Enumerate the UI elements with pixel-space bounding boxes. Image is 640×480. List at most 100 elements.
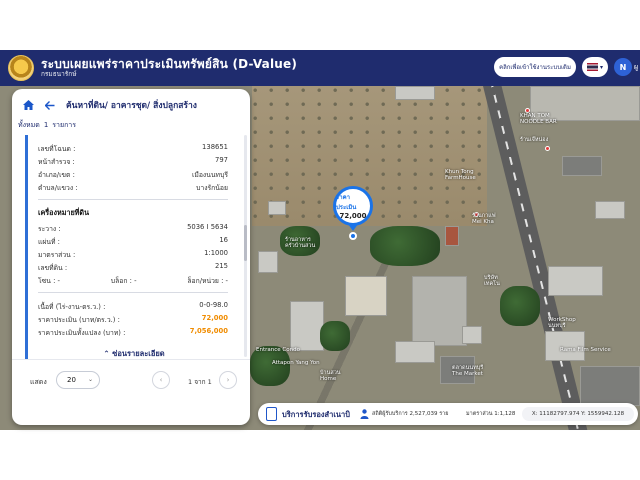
back-arrow-icon[interactable] xyxy=(42,97,58,113)
sheet-number-row: แผ่นที่ : 16 xyxy=(38,236,228,247)
marker-label: ราคาประเมิน xyxy=(336,194,357,211)
poi-label[interactable]: Attapon Yang Yon xyxy=(272,360,320,367)
user-name[interactable]: ผู xyxy=(634,62,638,73)
legacy-system-button[interactable]: คลิกเพื่อเข้าใช้งานระบบเดิม xyxy=(494,57,576,77)
row-label: ระวาง : xyxy=(38,225,61,233)
row-value: 797 xyxy=(215,156,228,164)
chevron-up-icon: ⌃ xyxy=(103,349,110,358)
prev-page-button[interactable]: ‹ xyxy=(152,371,170,389)
row-value: 1:1000 xyxy=(204,249,228,257)
app-header: ระบบเผยแพร่ราคาประเมินทรัพย์สิน (D-Value… xyxy=(0,50,640,86)
chevron-down-icon: ▾ xyxy=(599,63,603,71)
treasury-logo xyxy=(8,55,34,81)
map-info-bar: บริการรับรองสำเนาบิ สถิติผู้รับบริการ 2,… xyxy=(258,403,638,425)
tree-cluster xyxy=(320,321,350,351)
marker-pointer xyxy=(348,224,358,231)
poi-label[interactable]: ร้านอาหาร ครัวบ้านสวน xyxy=(285,237,315,250)
land-number-row: เลขที่ดิน : 215 xyxy=(38,262,228,273)
row-label: มาตราส่วน : xyxy=(38,251,76,259)
divider xyxy=(38,292,228,293)
building xyxy=(412,276,467,346)
thai-flag-icon xyxy=(586,63,598,71)
poi-label[interactable]: WorkShop นนทบุรี xyxy=(548,317,576,330)
total-price-row: ราคาประเมินทั้งแปลง (บาท) : 7,056,000 xyxy=(38,327,228,338)
row-value: 215 xyxy=(215,262,228,270)
language-selector[interactable]: ▾ xyxy=(582,57,608,77)
tree-cluster xyxy=(370,226,440,266)
result-count: ทั้งหมด 1 รายการ xyxy=(18,120,76,131)
visitor-stats: สถิติผู้รับบริการ 2,527,039 ราย xyxy=(372,411,449,417)
divider xyxy=(38,199,228,200)
certified-copy-service-link[interactable]: บริการรับรองสำเนาบิ xyxy=(282,409,350,421)
row-value: 0-0-98.0 xyxy=(199,301,228,309)
scrollbar[interactable] xyxy=(244,135,247,357)
user-avatar[interactable]: N xyxy=(614,58,632,76)
row-value: 138651 xyxy=(202,143,228,151)
building xyxy=(545,331,585,361)
row-label: หน้าสำรวจ : xyxy=(38,158,75,166)
building xyxy=(258,251,278,273)
poi-label[interactable]: ร้านเจ๊หน่อง xyxy=(520,137,548,144)
page-size-select[interactable]: 20 ⌄ xyxy=(56,371,100,389)
poi-label[interactable]: บริษัท เทคโน xyxy=(484,275,500,288)
building xyxy=(595,201,625,219)
building xyxy=(395,341,435,363)
row-value: 7,056,000 xyxy=(189,327,228,335)
title-block: ระบบเผยแพร่ราคาประเมินทรัพย์สิน (D-Value… xyxy=(41,57,297,78)
lot-field: ล็อก/หน่วย : - xyxy=(187,275,228,286)
page-size-value: 20 xyxy=(67,376,76,384)
subdistrict-row: ตำบล/แขวง : บางรักน้อย xyxy=(38,182,228,193)
poi-label[interactable]: Khun Tong FarmHouse xyxy=(445,169,476,182)
count-unit: รายการ xyxy=(52,121,77,129)
poi-pin[interactable] xyxy=(545,146,550,151)
poi-label[interactable]: บ้านสวน Home xyxy=(320,370,341,383)
district-row: อำเภอ/เขต : เมืองนนทบุรี xyxy=(38,169,228,180)
panel-header: ค้นหาที่ดิน/ อาคารชุด/ สิ่งปลูกสร้าง xyxy=(12,89,250,121)
zone-label: โซน : xyxy=(38,277,56,285)
building xyxy=(562,156,602,176)
lot-value: - xyxy=(225,277,228,285)
scroll-thumb[interactable] xyxy=(244,225,247,261)
home-icon[interactable] xyxy=(20,97,36,113)
building xyxy=(290,301,324,351)
zone-value: - xyxy=(57,277,60,285)
row-value: 16 xyxy=(219,236,228,244)
poi-label[interactable]: Rama Film Service xyxy=(560,347,611,354)
building xyxy=(580,366,640,406)
row-label: เนื้อที่ (ไร่-งาน-ตร.ว.) : xyxy=(38,303,106,311)
lot-label: ล็อก/หน่วย : xyxy=(187,277,224,285)
next-page-button[interactable]: › xyxy=(219,371,237,389)
map-scale: มาตราส่วน 1:1,128 xyxy=(466,411,516,417)
marker-value: 72,000 xyxy=(339,212,367,220)
scale-row: มาตราส่วน : 1:1000 xyxy=(38,249,228,260)
price-marker[interactable]: ราคาประเมิน 72,000 xyxy=(333,186,373,226)
row-label: ราคาประเมินทั้งแปลง (บาท) : xyxy=(38,329,126,337)
row-value: เมืองนนทบุรี xyxy=(192,171,228,179)
row-label: เลขที่ดิน : xyxy=(38,264,68,272)
coordinate-readout: X: 11182797.974 Y: 1559942.128 xyxy=(522,407,634,421)
poi-label[interactable]: KHAN TOM NOODLE BAR xyxy=(520,113,557,126)
row-label: ราคาประเมิน (บาท/ตร.ว.) : xyxy=(38,316,120,324)
row-value: บางรักน้อย xyxy=(196,184,228,192)
building xyxy=(268,201,286,215)
hide-details-button[interactable]: ⌃ ซ่อนรายละเอียด xyxy=(28,348,239,359)
survey-page-row: หน้าสำรวจ : 797 xyxy=(38,156,228,167)
area-row: เนื้อที่ (ไร่-งาน-ตร.ว.) : 0-0-98.0 xyxy=(38,301,228,312)
row-label: อำเภอ/เขต : xyxy=(38,171,75,179)
row-value: 5036 I 5634 xyxy=(187,223,228,231)
count-label: ทั้งหมด xyxy=(18,121,40,129)
poi-label[interactable]: Entrance Condo xyxy=(256,347,300,354)
results-list[interactable]: เลขที่โฉนด : 138651 หน้าสำรวจ : 797 อำเภ… xyxy=(25,135,239,359)
building xyxy=(462,326,482,344)
deed-number-row: เลขที่โฉนด : 138651 xyxy=(38,143,228,154)
page-size-label: แสดง xyxy=(30,378,47,386)
person-icon xyxy=(360,409,369,419)
land-marker-heading: เครื่องหมายที่ดิน xyxy=(38,208,89,217)
poi-label[interactable]: ตลาดนนทบุรี The Market xyxy=(452,365,483,378)
count-value: 1 xyxy=(43,121,49,129)
page-indicator: 1 จาก 1 xyxy=(188,378,212,386)
result-card[interactable]: เลขที่โฉนด : 138651 หน้าสำรวจ : 797 อำเภ… xyxy=(25,135,237,359)
block-label: บล็อก : xyxy=(110,277,132,285)
poi-label[interactable]: ร้านกาแฟ Mei Kha xyxy=(472,213,496,226)
zone-field: โซน : - xyxy=(38,275,60,286)
